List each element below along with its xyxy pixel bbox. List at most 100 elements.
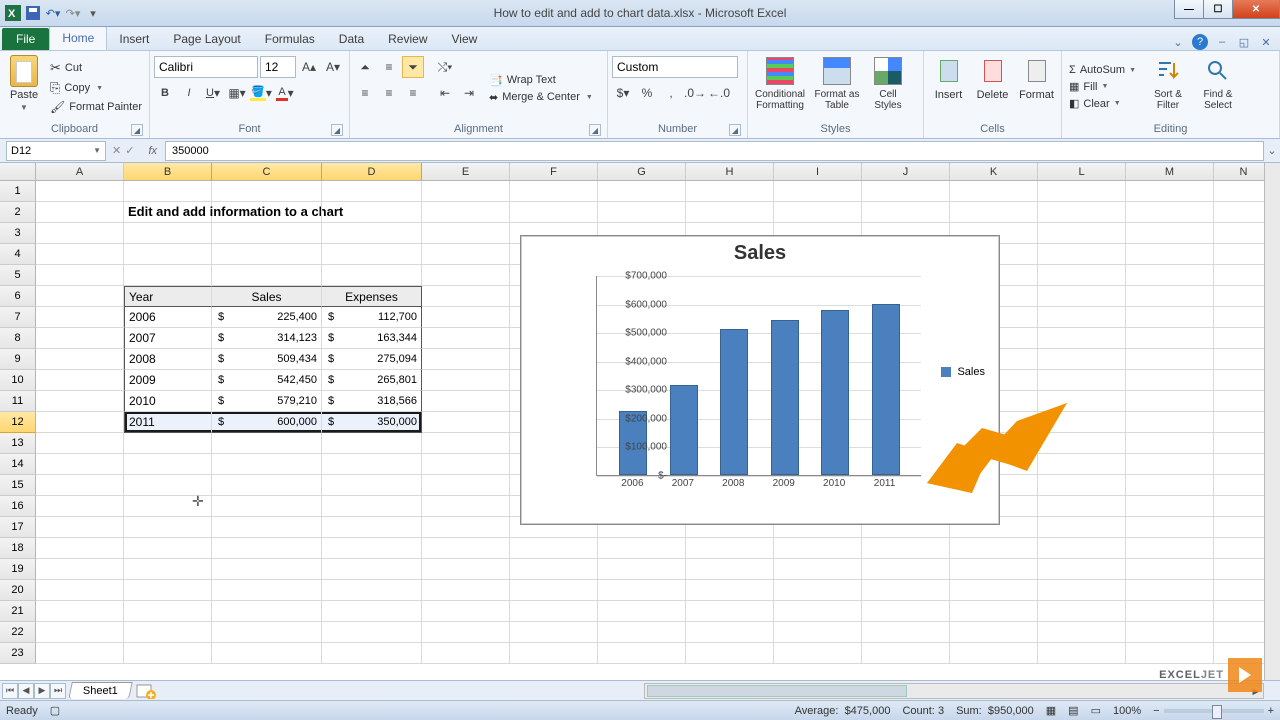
- view-pagebreak-icon[interactable]: ▭: [1091, 704, 1101, 717]
- cell[interactable]: [1038, 433, 1126, 454]
- tab-view[interactable]: View: [440, 28, 490, 50]
- copy-button[interactable]: Copy▼: [47, 79, 145, 97]
- row-header[interactable]: 10: [0, 370, 36, 391]
- decrease-font-icon[interactable]: A▾: [322, 56, 344, 78]
- row-header[interactable]: 20: [0, 580, 36, 601]
- tab-formulas[interactable]: Formulas: [253, 28, 327, 50]
- cell[interactable]: [422, 349, 510, 370]
- view-layout-icon[interactable]: ▤: [1068, 704, 1078, 717]
- border-button[interactable]: ▦▾: [226, 82, 248, 104]
- tab-home[interactable]: Home: [49, 26, 107, 50]
- cell[interactable]: [686, 622, 774, 643]
- cell[interactable]: [124, 223, 212, 244]
- tab-file[interactable]: File: [2, 28, 49, 50]
- cell[interactable]: Year: [124, 286, 212, 307]
- wrap-text-button[interactable]: 📑Wrap Text: [486, 73, 596, 88]
- cell[interactable]: [1126, 328, 1214, 349]
- cell[interactable]: [1038, 391, 1126, 412]
- cell[interactable]: [1126, 601, 1214, 622]
- col-header[interactable]: M: [1126, 163, 1214, 180]
- help-icon[interactable]: ?: [1192, 34, 1208, 50]
- underline-button[interactable]: U▾: [202, 82, 224, 104]
- col-header[interactable]: A: [36, 163, 124, 180]
- cell[interactable]: [124, 454, 212, 475]
- cell[interactable]: [950, 580, 1038, 601]
- merge-center-button[interactable]: ⬌Merge & Center▼: [486, 90, 596, 105]
- row-header[interactable]: 7: [0, 307, 36, 328]
- cell[interactable]: Edit and add information to a chart: [124, 202, 212, 223]
- col-header[interactable]: G: [598, 163, 686, 180]
- cell[interactable]: [422, 181, 510, 202]
- row-header[interactable]: 13: [0, 433, 36, 454]
- cell[interactable]: [422, 286, 510, 307]
- cell[interactable]: 2006: [124, 307, 212, 328]
- cell[interactable]: [1126, 370, 1214, 391]
- cell[interactable]: [1038, 454, 1126, 475]
- cell[interactable]: [598, 202, 686, 223]
- tab-review[interactable]: Review: [376, 28, 439, 50]
- col-header[interactable]: E: [422, 163, 510, 180]
- cell[interactable]: [36, 559, 124, 580]
- autosum-button[interactable]: ΣAutoSum▼: [1066, 63, 1139, 77]
- cell[interactable]: [212, 517, 322, 538]
- cell[interactable]: [950, 622, 1038, 643]
- cell[interactable]: [124, 580, 212, 601]
- fill-button[interactable]: ▦Fill▼: [1066, 79, 1139, 94]
- cell[interactable]: [598, 538, 686, 559]
- cell[interactable]: [322, 601, 422, 622]
- cell[interactable]: [862, 538, 950, 559]
- maximize-button[interactable]: ☐: [1203, 0, 1233, 19]
- zoom-out-icon[interactable]: −: [1153, 705, 1159, 717]
- cell[interactable]: [422, 643, 510, 664]
- cell[interactable]: $579,210: [212, 391, 322, 412]
- enter-icon[interactable]: ✓: [125, 144, 134, 157]
- cell[interactable]: [212, 223, 322, 244]
- embedded-chart[interactable]: Sales Sales $-$100,000$200,000$300,000$4…: [520, 235, 1000, 525]
- formula-input[interactable]: 350000: [165, 141, 1264, 161]
- cell[interactable]: [950, 601, 1038, 622]
- number-format-combo[interactable]: [612, 56, 738, 78]
- cell[interactable]: [1038, 244, 1126, 265]
- delete-cells-button[interactable]: Delete: [972, 53, 1013, 103]
- cell[interactable]: [124, 265, 212, 286]
- cell[interactable]: [36, 244, 124, 265]
- row-header[interactable]: 3: [0, 223, 36, 244]
- align-right-icon[interactable]: ≡: [402, 82, 424, 104]
- row-header[interactable]: 21: [0, 601, 36, 622]
- font-color-button[interactable]: A▾: [274, 82, 296, 104]
- increase-decimal-icon[interactable]: .0→: [684, 82, 706, 104]
- cell[interactable]: [774, 580, 862, 601]
- cell[interactable]: [36, 622, 124, 643]
- view-normal-icon[interactable]: ▦: [1046, 704, 1056, 717]
- cell[interactable]: $542,450: [212, 370, 322, 391]
- cell[interactable]: [510, 538, 598, 559]
- cell[interactable]: [212, 496, 322, 517]
- zoom-in-icon[interactable]: +: [1268, 705, 1274, 717]
- cell[interactable]: [124, 601, 212, 622]
- cell[interactable]: [212, 475, 322, 496]
- cell[interactable]: [124, 433, 212, 454]
- cell[interactable]: [322, 559, 422, 580]
- cell[interactable]: [1126, 496, 1214, 517]
- cell[interactable]: Sales: [212, 286, 322, 307]
- cell[interactable]: [1126, 244, 1214, 265]
- cell[interactable]: $314,123: [212, 328, 322, 349]
- cell[interactable]: 2007: [124, 328, 212, 349]
- find-select-button[interactable]: Find & Select: [1197, 53, 1239, 113]
- cut-button[interactable]: Cut: [47, 59, 145, 77]
- col-header[interactable]: C: [212, 163, 322, 180]
- undo-icon[interactable]: ↶▾: [44, 4, 62, 22]
- cell[interactable]: [1126, 622, 1214, 643]
- cell[interactable]: [1126, 223, 1214, 244]
- cell[interactable]: [774, 538, 862, 559]
- cell[interactable]: [1126, 349, 1214, 370]
- cell[interactable]: [36, 454, 124, 475]
- cell[interactable]: [36, 349, 124, 370]
- cell[interactable]: [422, 580, 510, 601]
- chevron-down-icon[interactable]: ▼: [93, 146, 101, 155]
- row-header[interactable]: 18: [0, 538, 36, 559]
- cell[interactable]: [422, 433, 510, 454]
- cell[interactable]: Expenses: [322, 286, 422, 307]
- row-header[interactable]: 16: [0, 496, 36, 517]
- cell[interactable]: [322, 244, 422, 265]
